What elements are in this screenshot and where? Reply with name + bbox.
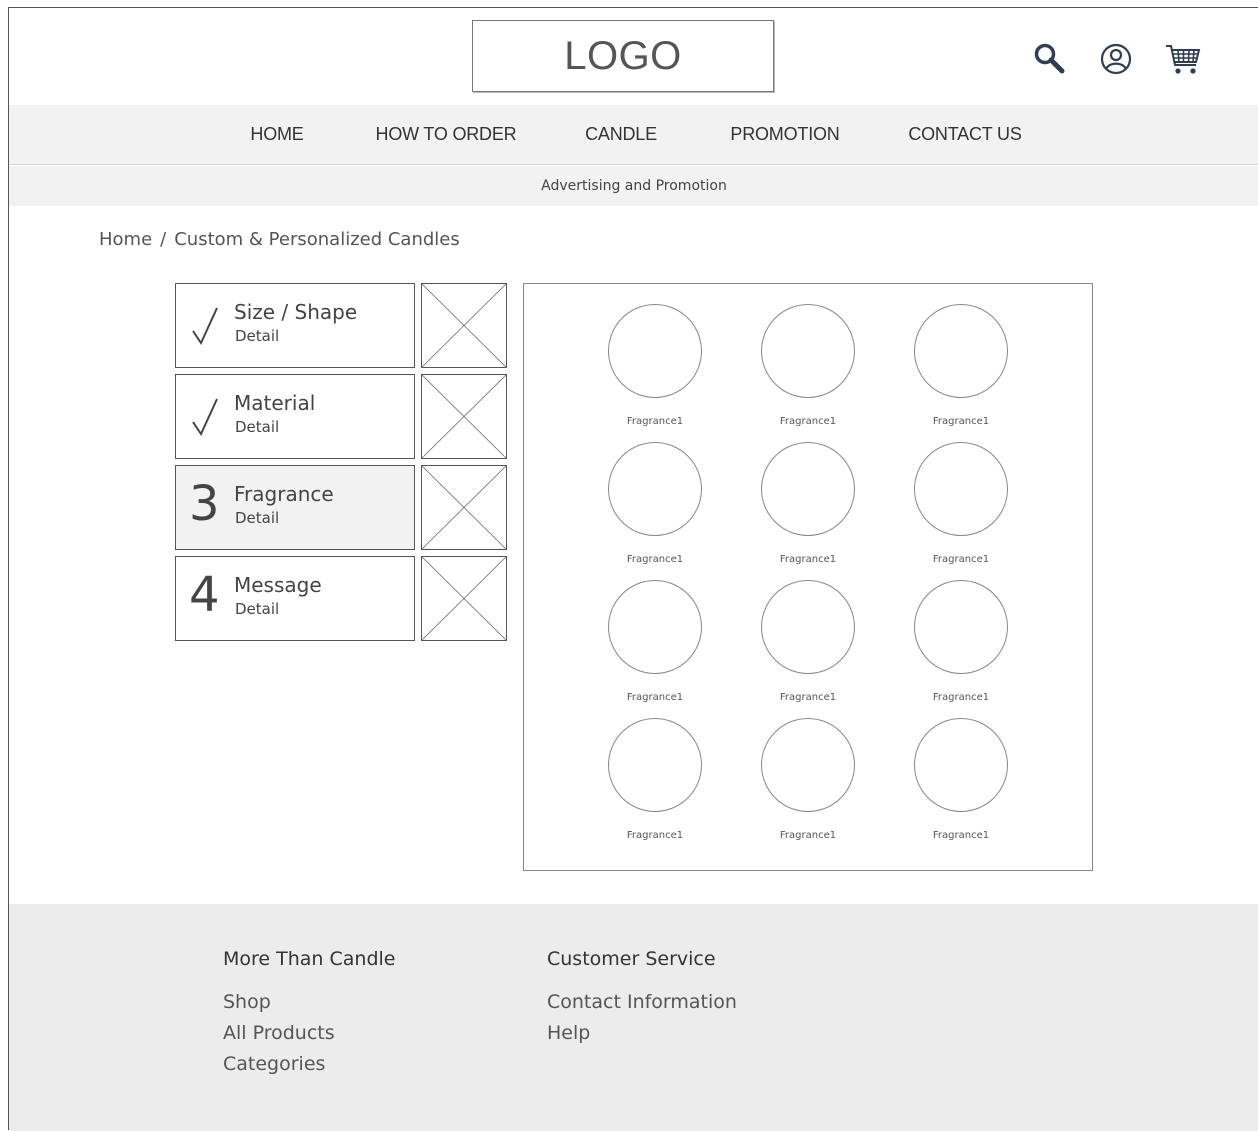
user-icon[interactable] xyxy=(1098,41,1134,77)
breadcrumb: Home / Custom & Personalized Candles xyxy=(99,229,460,250)
fragrance-option[interactable]: Fragrance1 xyxy=(906,304,1016,434)
nav-home[interactable]: HOME xyxy=(250,124,303,145)
check-icon xyxy=(192,398,218,437)
fragrance-label: Fragrance1 xyxy=(932,692,990,703)
footer-link-help[interactable]: Help xyxy=(547,1018,737,1049)
footer-link-categories[interactable]: Categories xyxy=(223,1049,396,1080)
footer-heading: More Than Candle xyxy=(223,948,396,970)
step-material[interactable]: Material Detail xyxy=(175,374,415,459)
step-title: Fragrance xyxy=(234,482,334,506)
step-number: 4 xyxy=(189,567,220,623)
fragrance-swatch xyxy=(608,718,702,812)
logo-text: LOGO xyxy=(564,33,682,78)
step-subtitle: Detail xyxy=(235,509,280,527)
fragrance-label: Fragrance1 xyxy=(932,830,990,841)
fragrance-option[interactable]: Fragrance1 xyxy=(600,580,710,710)
fragrance-swatch xyxy=(761,304,855,398)
fragrance-option[interactable]: Fragrance1 xyxy=(600,442,710,572)
breadcrumb-home[interactable]: Home xyxy=(99,229,152,250)
fragrance-option[interactable]: Fragrance1 xyxy=(906,718,1016,848)
fragrance-swatch xyxy=(914,442,1008,536)
step-subtitle: Detail xyxy=(235,418,280,436)
breadcrumb-current[interactable]: Custom & Personalized Candles xyxy=(174,229,460,250)
fragrance-option[interactable]: Fragrance1 xyxy=(600,304,710,434)
fragrance-option[interactable]: Fragrance1 xyxy=(753,442,863,572)
nav-contact-us[interactable]: CONTACT US xyxy=(908,124,1022,145)
logo[interactable]: LOGO xyxy=(472,20,774,92)
main-nav: HOME HOW TO ORDER CANDLE PROMOTION CONTA… xyxy=(9,105,1258,165)
image-placeholder xyxy=(421,556,507,641)
fragrance-swatch xyxy=(761,718,855,812)
search-icon[interactable] xyxy=(1031,41,1067,77)
step-title: Size / Shape xyxy=(234,300,358,324)
fragrance-label: Fragrance1 xyxy=(779,416,837,427)
fragrance-panel: Fragrance1 Fragrance1 Fragrance1 Fragran… xyxy=(523,283,1093,871)
fragrance-swatch xyxy=(761,442,855,536)
step-title: Material xyxy=(234,391,316,415)
fragrance-swatch xyxy=(914,580,1008,674)
fragrance-label: Fragrance1 xyxy=(626,416,684,427)
footer-column-more-than-candle: More Than Candle Shop All Products Categ… xyxy=(223,948,396,1080)
fragrance-swatch xyxy=(608,580,702,674)
nav-candle[interactable]: CANDLE xyxy=(585,124,657,145)
nav-promotion[interactable]: PROMOTION xyxy=(730,124,839,145)
fragrance-label: Fragrance1 xyxy=(779,830,837,841)
footer-link-contact-information[interactable]: Contact Information xyxy=(547,987,737,1018)
nav-how-to-order[interactable]: HOW TO ORDER xyxy=(376,124,517,145)
fragrance-label: Fragrance1 xyxy=(932,554,990,565)
image-placeholder xyxy=(421,283,507,368)
fragrance-swatch xyxy=(761,580,855,674)
cart-icon[interactable] xyxy=(1165,41,1201,77)
fragrance-label: Fragrance1 xyxy=(626,554,684,565)
fragrance-label: Fragrance1 xyxy=(779,692,837,703)
footer: More Than Candle Shop All Products Categ… xyxy=(9,904,1258,1131)
footer-heading: Customer Service xyxy=(547,948,716,970)
fragrance-option[interactable]: Fragrance1 xyxy=(753,718,863,848)
fragrance-label: Fragrance1 xyxy=(932,416,990,427)
image-placeholder xyxy=(421,465,507,550)
step-message[interactable]: 4 Message Detail xyxy=(175,556,415,641)
fragrance-option[interactable]: Fragrance1 xyxy=(600,718,710,848)
image-placeholder xyxy=(421,374,507,459)
step-size-shape[interactable]: Size / Shape Detail xyxy=(175,283,415,368)
fragrance-label: Fragrance1 xyxy=(779,554,837,565)
fragrance-option[interactable]: Fragrance1 xyxy=(753,580,863,710)
fragrance-swatch xyxy=(608,304,702,398)
footer-link-shop[interactable]: Shop xyxy=(223,987,396,1018)
fragrance-label: Fragrance1 xyxy=(626,830,684,841)
step-subtitle: Detail xyxy=(235,327,280,345)
fragrance-swatch xyxy=(608,442,702,536)
fragrance-option[interactable]: Fragrance1 xyxy=(906,580,1016,710)
promo-text: Advertising and Promotion xyxy=(541,178,727,194)
step-fragrance[interactable]: 3 Fragrance Detail xyxy=(175,465,415,550)
breadcrumb-separator: / xyxy=(160,229,167,250)
step-title: Message xyxy=(234,573,322,597)
step-subtitle: Detail xyxy=(235,600,280,618)
fragrance-swatch xyxy=(914,718,1008,812)
footer-column-customer-service: Customer Service Contact Information Hel… xyxy=(547,948,737,1049)
fragrance-option[interactable]: Fragrance1 xyxy=(906,442,1016,572)
fragrance-swatch xyxy=(914,304,1008,398)
promo-bar[interactable]: Advertising and Promotion xyxy=(9,166,1258,206)
page-frame: LOGO HOME HOW TO ORDER CANDLE PROMOTION … xyxy=(8,7,1258,1131)
fragrance-label: Fragrance1 xyxy=(626,692,684,703)
step-number: 3 xyxy=(189,476,220,532)
fragrance-option[interactable]: Fragrance1 xyxy=(753,304,863,434)
check-icon xyxy=(192,307,218,346)
footer-link-all-products[interactable]: All Products xyxy=(223,1018,396,1049)
